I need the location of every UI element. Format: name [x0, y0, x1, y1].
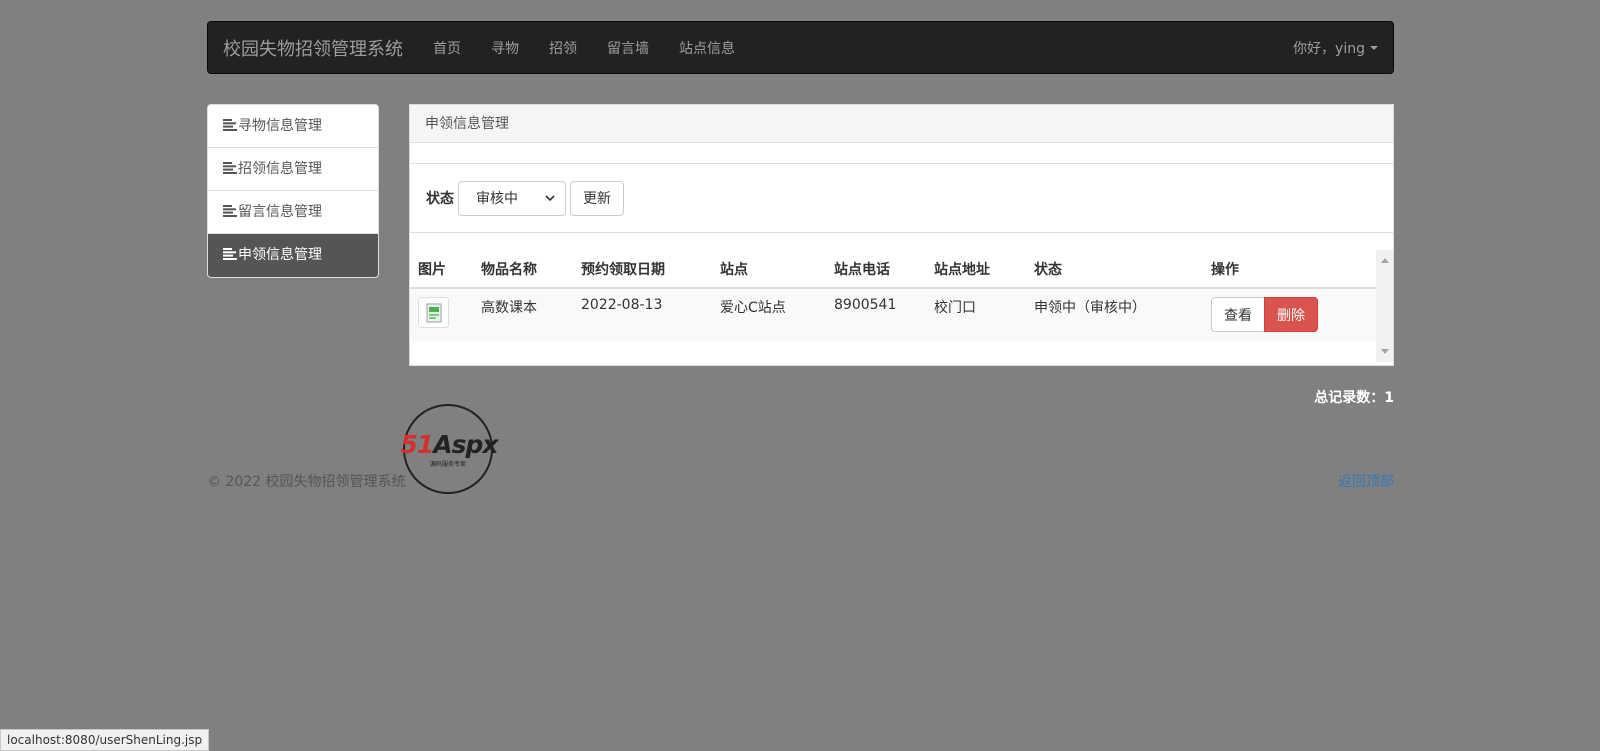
status-select[interactable]: 审核中	[458, 180, 566, 216]
cell-status: 申领中（审核中）	[1026, 288, 1203, 341]
table-scrollbar[interactable]	[1376, 250, 1393, 362]
sidebar-item-label: 留言信息管理	[238, 204, 322, 220]
column-header-actions: 操作	[1203, 250, 1376, 289]
watermark-logo-word: Aspx	[431, 430, 499, 459]
cell-actions: 查看 删除	[1203, 288, 1376, 341]
user-dropdown[interactable]: 你好，ying	[1293, 38, 1378, 58]
column-header-status: 状态	[1026, 250, 1203, 289]
sidebar-item-claim-info[interactable]: 申领信息管理	[208, 234, 378, 277]
total-records: 总记录数：1	[1314, 390, 1394, 406]
table-scroll-area[interactable]: 图片 物品名称 预约领取日期 站点 站点电话 站点地址 状态 操作 高数课本 2…	[410, 250, 1393, 362]
scroll-up-icon[interactable]	[1381, 258, 1389, 263]
nav-item-home[interactable]: 首页	[418, 38, 476, 58]
list-icon	[223, 248, 237, 260]
sidebar-item-found-info[interactable]: 招领信息管理	[208, 148, 378, 191]
cell-address: 校门口	[926, 288, 1026, 341]
sidebar-item-message-info[interactable]: 留言信息管理	[208, 191, 378, 234]
nav-item-found[interactable]: 招领	[534, 38, 592, 58]
svg-text:51Aspx: 51Aspx	[400, 430, 499, 459]
cell-site: 爱心C站点	[712, 288, 826, 341]
book-image-icon	[426, 303, 441, 322]
filter-form: 状态 审核中 更新	[410, 163, 1393, 233]
list-icon	[223, 119, 237, 131]
back-to-top-link[interactable]: 返回顶部	[1338, 471, 1394, 491]
table-row: 高数课本 2022-08-13 爱心C站点 8900541 校门口 申领中（审核…	[410, 288, 1376, 341]
panel-title: 申领信息管理	[410, 105, 1393, 143]
chevron-down-icon	[545, 195, 555, 201]
caret-down-icon	[1370, 45, 1378, 50]
column-header-address: 站点地址	[926, 250, 1026, 289]
claim-table: 图片 物品名称 预约领取日期 站点 站点电话 站点地址 状态 操作 高数课本 2…	[410, 250, 1376, 341]
nav-item-site-info[interactable]: 站点信息	[664, 38, 750, 58]
browser-status-url: localhost:8080/userShenLing.jsp	[0, 729, 210, 751]
column-header-site: 站点	[712, 250, 826, 289]
item-thumbnail[interactable]	[418, 297, 449, 328]
sidebar-item-label: 招领信息管理	[238, 161, 322, 177]
sidebar-item-label: 寻物信息管理	[238, 118, 322, 134]
status-select-value: 审核中	[476, 191, 518, 207]
nav-menu: 首页 寻物 招领 留言墙 站点信息	[418, 38, 750, 58]
brand-title[interactable]: 校园失物招领管理系统	[223, 35, 403, 61]
watermark-logo-number: 51	[400, 430, 433, 459]
cell-image	[410, 288, 473, 341]
view-button[interactable]: 查看	[1211, 297, 1265, 332]
delete-button[interactable]: 删除	[1264, 297, 1318, 332]
sidebar-item-label: 申领信息管理	[238, 247, 322, 263]
column-header-date: 预约领取日期	[573, 250, 712, 289]
footer-copyright: © 2022 校园失物招领管理系统	[207, 474, 406, 490]
cell-item-name: 高数课本	[473, 288, 573, 341]
column-header-phone: 站点电话	[826, 250, 926, 289]
watermark-tagline: 源码服务专家	[430, 460, 466, 468]
cell-phone: 8900541	[826, 288, 926, 341]
nav-item-message-wall[interactable]: 留言墙	[592, 38, 664, 58]
update-button[interactable]: 更新	[570, 180, 624, 216]
column-header-image: 图片	[410, 250, 473, 289]
sidebar: 寻物信息管理 招领信息管理 留言信息管理 申领信息管理	[207, 104, 379, 278]
row-action-group: 查看 删除	[1211, 297, 1368, 332]
top-navbar: 校园失物招领管理系统 首页 寻物 招领 留言墙 站点信息 你好，ying	[207, 21, 1394, 74]
sidebar-item-lost-info[interactable]: 寻物信息管理	[208, 105, 378, 148]
scroll-down-icon[interactable]	[1381, 349, 1389, 354]
status-filter-label: 状态	[426, 191, 454, 207]
list-icon	[223, 205, 237, 217]
claim-panel: 申领信息管理 状态 审核中 更新 图片 物品名称 预约领取日期 站点 站点电话 …	[409, 104, 1394, 366]
column-header-item-name: 物品名称	[473, 250, 573, 289]
table-header-row: 图片 物品名称 预约领取日期 站点 站点电话 站点地址 状态 操作	[410, 250, 1376, 289]
cell-date: 2022-08-13	[573, 288, 712, 341]
user-greeting: 你好，ying	[1293, 40, 1365, 57]
list-icon	[223, 162, 237, 174]
nav-item-lost[interactable]: 寻物	[476, 38, 534, 58]
